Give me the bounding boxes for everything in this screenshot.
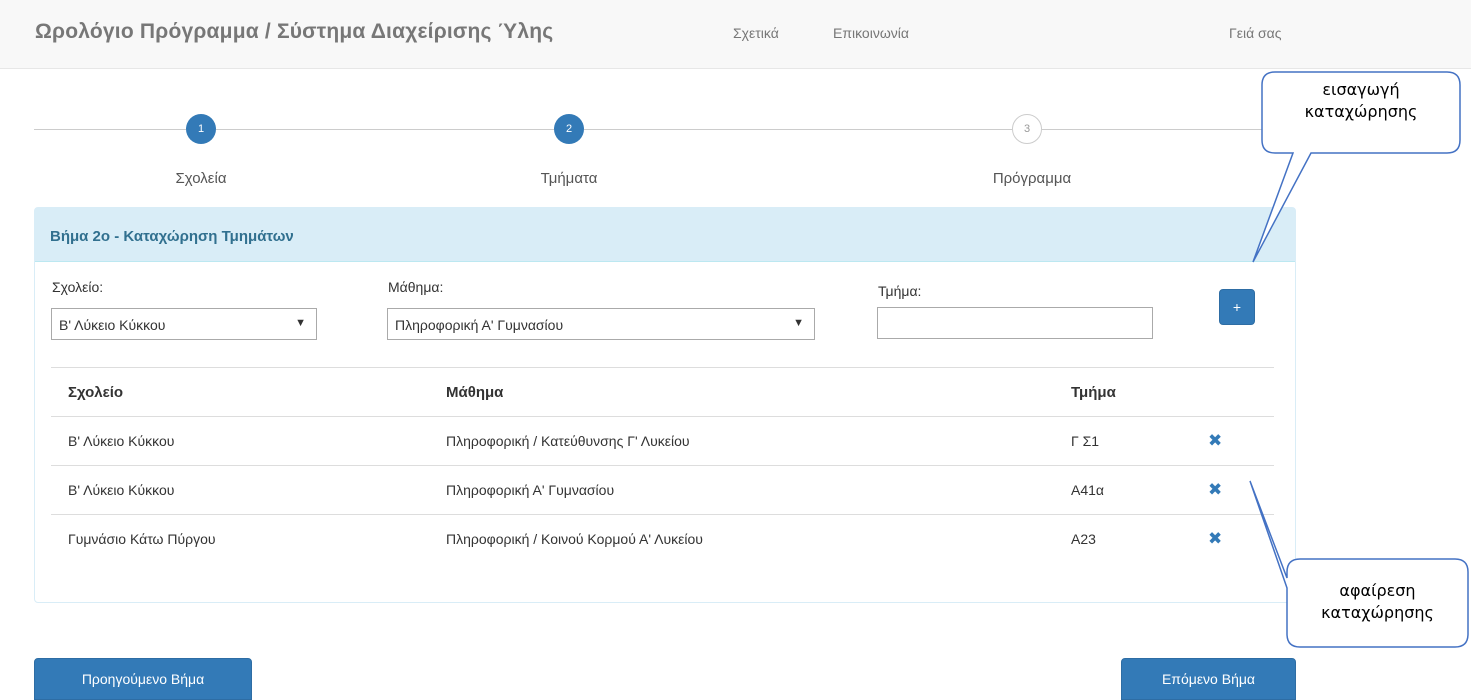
navbar: Ωρολόγιο Πρόγραμμα / Σύστημα Διαχείρισης…	[0, 0, 1471, 69]
cell-class: Α41α	[1071, 482, 1105, 498]
dropdown-arrow-icon: ▼	[793, 317, 804, 329]
school-label: Σχολείο:	[52, 279, 104, 295]
panel-heading: Βήμα 2ο - Καταχώρηση Τμημάτων	[35, 208, 1295, 262]
cell-course: Πληροφορική / Κοινού Κορμού Α' Λυκείου	[446, 531, 703, 547]
previous-step-button[interactable]: Προηγούμενο Βήμα	[34, 658, 252, 700]
cell-school: Β' Λύκειο Κύκκου	[68, 433, 175, 449]
table-header-row: Σχολείο Μάθημα Τμήμα	[51, 367, 1274, 416]
table-row: Β' Λύκειο Κύκκου Πληροφορική Α' Γυμνασίο…	[51, 465, 1274, 514]
step-2-circle[interactable]: 2	[554, 114, 584, 144]
app-brand[interactable]: Ωρολόγιο Πρόγραμμα / Σύστημα Διαχείρισης…	[35, 20, 553, 44]
page: Ωρολόγιο Πρόγραμμα / Σύστημα Διαχείρισης…	[0, 0, 1471, 700]
table-row: Γυμνάσιο Κάτω Πύργου Πληροφορική / Κοινο…	[51, 514, 1274, 563]
remove-callout-text: αφαίρεση καταχώρησης	[1289, 580, 1466, 624]
course-select[interactable]: Πληροφορική Α' Γυμνασίου ▼	[387, 308, 815, 340]
add-callout-line2: καταχώρησης	[1304, 102, 1418, 121]
remove-callout-line1: αφαίρεση	[1339, 581, 1416, 600]
cell-class: Γ Σ1	[1071, 433, 1100, 449]
cell-class: Α23	[1071, 531, 1096, 547]
cell-school: Γυμνάσιο Κάτω Πύργου	[68, 531, 216, 547]
step-2-label: Τμήματα	[540, 170, 598, 187]
header-class: Τμήμα	[1071, 384, 1116, 401]
panel-title: Βήμα 2ο - Καταχώρηση Τμημάτων	[50, 228, 294, 245]
school-select-value: Β' Λύκειο Κύκκου	[59, 317, 166, 333]
cell-school: Β' Λύκειο Κύκκου	[68, 482, 175, 498]
table-row: Β' Λύκειο Κύκκου Πληροφορική / Κατεύθυνσ…	[51, 416, 1274, 465]
add-callout-text: εισαγωγή καταχώρησης	[1265, 79, 1457, 123]
dropdown-arrow-icon: ▼	[295, 317, 306, 329]
add-entry-button[interactable]: +	[1219, 289, 1255, 325]
next-step-button[interactable]: Επόμενο Βήμα	[1121, 658, 1296, 700]
remove-icon[interactable]: ✖	[1208, 480, 1222, 500]
class-label: Τμήμα:	[878, 283, 922, 299]
step-3-label: Πρόγραμμα	[992, 170, 1072, 187]
user-greeting[interactable]: Γειά σας	[1229, 25, 1294, 41]
remove-icon[interactable]: ✖	[1208, 431, 1222, 451]
step-3-circle[interactable]: 3	[1012, 114, 1042, 144]
nav-about-link[interactable]: Σχετικά	[733, 25, 779, 41]
course-label: Μάθημα:	[388, 279, 444, 295]
stepper-line	[584, 129, 1012, 130]
header-course: Μάθημα	[446, 384, 504, 401]
cell-course: Πληροφορική / Κατεύθυνσης Γ' Λυκείου	[446, 433, 690, 449]
stepper-line	[216, 129, 554, 130]
step-1-circle[interactable]: 1	[186, 114, 216, 144]
cell-course: Πληροφορική Α' Γυμνασίου	[446, 482, 615, 498]
course-select-value: Πληροφορική Α' Γυμνασίου	[395, 317, 564, 333]
class-input[interactable]	[877, 307, 1153, 339]
step-1-label: Σχολεία	[175, 170, 227, 187]
school-select[interactable]: Β' Λύκειο Κύκκου ▼	[51, 308, 317, 340]
remove-icon[interactable]: ✖	[1208, 529, 1222, 549]
add-callout-line1: εισαγωγή	[1322, 80, 1400, 99]
remove-callout-line2: καταχώρησης	[1321, 603, 1434, 622]
stepper-line	[1042, 129, 1296, 130]
stepper-line	[34, 129, 186, 130]
nav-contact-link[interactable]: Επικοινωνία	[833, 25, 909, 41]
header-school: Σχολείο	[68, 384, 124, 401]
